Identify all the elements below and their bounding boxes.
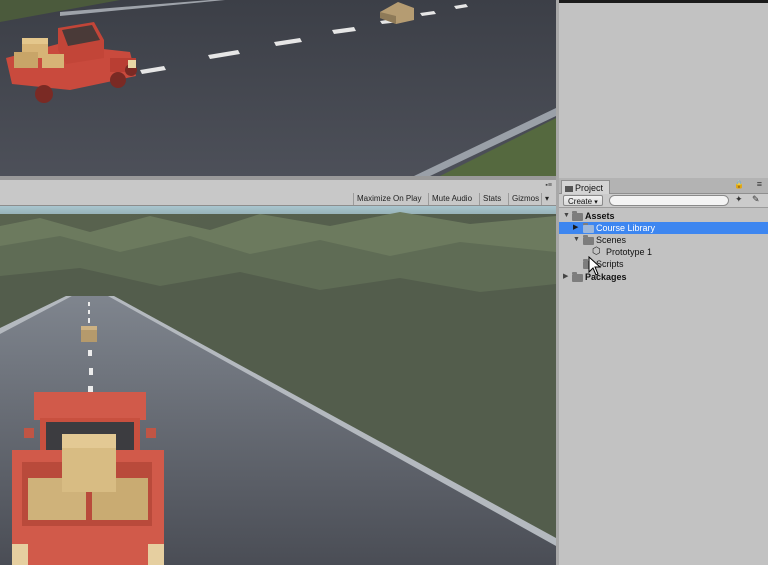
- tree-item-label: Assets: [585, 211, 615, 221]
- tab-project-label: Project: [575, 183, 604, 193]
- gizmos-button[interactable]: Gizmos: [508, 193, 542, 205]
- tree-item-label: Scenes: [596, 235, 627, 245]
- tree-item-assets[interactable]: ▼ Assets: [559, 210, 768, 222]
- create-button-label: Create: [568, 197, 593, 206]
- tab-project[interactable]: Project: [561, 180, 611, 194]
- expand-arrow-icon[interactable]: ▶: [563, 271, 568, 283]
- folder-icon: [565, 185, 573, 192]
- panel-menu-icon[interactable]: ▪≡: [545, 182, 552, 189]
- filter-by-type-icon[interactable]: ✦: [735, 194, 743, 205]
- tree-item-label: Prototype 1: [606, 247, 653, 257]
- filter-by-label-icon[interactable]: ✎: [752, 194, 760, 205]
- game-view[interactable]: [0, 206, 556, 565]
- inspector-panel: [559, 0, 768, 178]
- gizmos-dropdown-icon[interactable]: ▾: [541, 193, 553, 205]
- folder-icon: [583, 235, 594, 245]
- tree-item-label: Course Library: [596, 223, 656, 233]
- window-top-strip: [559, 0, 768, 3]
- scene-view-render: [0, 0, 556, 176]
- expand-arrow-icon[interactable]: ▼: [563, 210, 570, 222]
- folder-icon: [572, 272, 583, 282]
- mouse-cursor-icon: [588, 256, 602, 276]
- mute-audio-toggle[interactable]: Mute Audio: [428, 193, 475, 205]
- scene-view[interactable]: [0, 0, 556, 176]
- expand-arrow-icon[interactable]: ▼: [573, 234, 580, 246]
- search-input[interactable]: [609, 195, 729, 206]
- game-truck: [12, 392, 164, 565]
- folder-icon: [572, 211, 583, 221]
- expand-arrow-icon[interactable]: ▶: [573, 222, 578, 234]
- game-view-render: [0, 206, 556, 565]
- stats-toggle[interactable]: Stats: [479, 193, 504, 205]
- lock-icon[interactable]: 🔒: [734, 180, 744, 189]
- tree-item-course-library[interactable]: ▶ Course Library: [559, 222, 768, 234]
- folder-icon: [583, 223, 594, 233]
- maximize-on-play-toggle[interactable]: Maximize On Play: [353, 193, 424, 205]
- chevron-down-icon: ▾: [594, 199, 598, 206]
- game-view-tab-strip: ▪≡: [0, 180, 556, 192]
- create-button[interactable]: Create ▾: [563, 195, 603, 206]
- panel-menu-icon[interactable]: ≡: [757, 179, 762, 189]
- tree-item-scenes[interactable]: ▼ Scenes: [559, 234, 768, 246]
